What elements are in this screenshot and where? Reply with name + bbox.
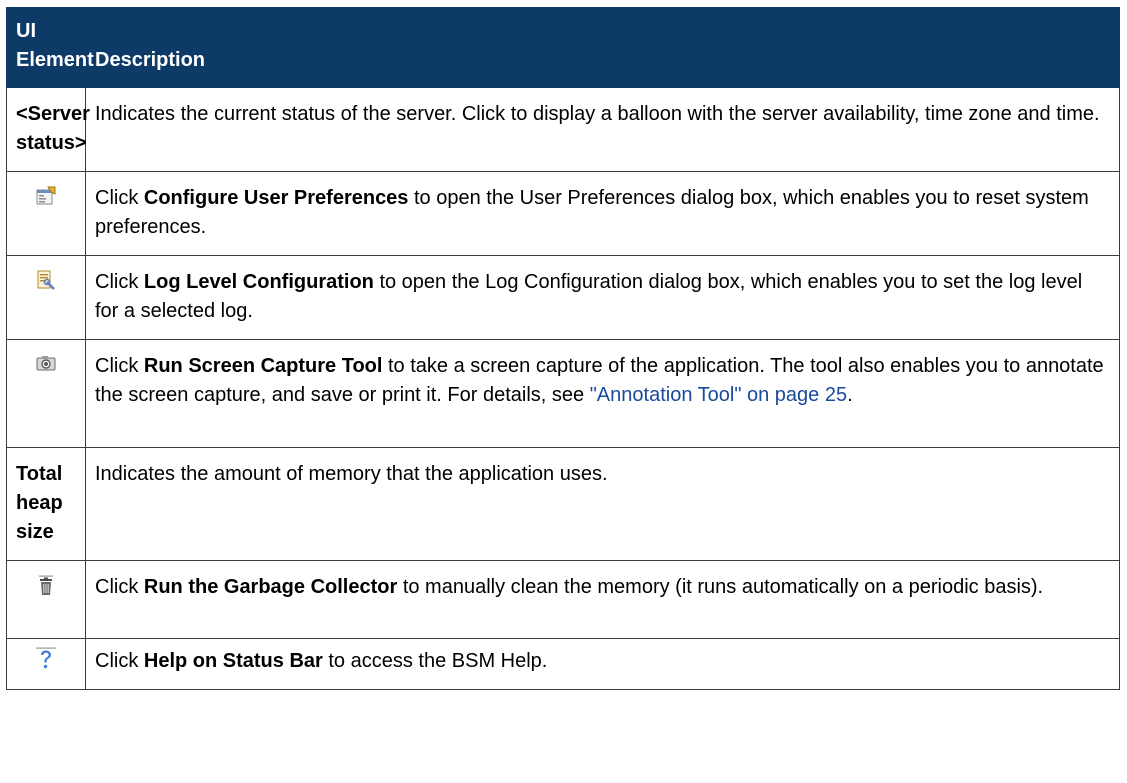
table-row: Click Configure User Preferences to open… xyxy=(6,171,1120,256)
table-row: Total heap size Indicates the amount of … xyxy=(6,447,1120,561)
table-row: Click Help on Status Bar to access the B… xyxy=(6,638,1120,690)
ui-element-label: Total heap size xyxy=(6,447,86,561)
description-cell: Click Log Level Configuration to open th… xyxy=(85,255,1120,340)
table-header-row: UI Element Description xyxy=(6,7,1120,88)
description-cell: Click Help on Status Bar to access the B… xyxy=(85,638,1120,690)
description-cell: Click Run Screen Capture Tool to take a … xyxy=(85,339,1120,448)
description-cell: Indicates the current status of the serv… xyxy=(85,87,1120,172)
column-header-description: Description xyxy=(85,7,1120,88)
camera-icon xyxy=(36,354,56,372)
command-name: Run Screen Capture Tool xyxy=(143,355,383,377)
ui-element-icon-cell xyxy=(6,255,86,340)
table-row: Click Log Level Configuration to open th… xyxy=(6,255,1120,340)
ui-elements-table: UI Element Description <Server status> I… xyxy=(6,7,1120,690)
table-row: <Server status> Indicates the current st… xyxy=(6,87,1120,172)
help-icon xyxy=(35,647,57,671)
ui-element-label: <Server status> xyxy=(6,87,90,172)
command-name: Log Level Configuration xyxy=(143,271,374,293)
description-cell: Click Configure User Preferences to open… xyxy=(85,171,1120,256)
description-cell: Click Run the Garbage Collector to manua… xyxy=(85,560,1120,639)
column-header-ui-element: UI Element xyxy=(6,7,94,88)
user-preferences-icon xyxy=(36,186,56,206)
log-level-config-icon xyxy=(36,270,56,290)
table-row: Click Run the Garbage Collector to manua… xyxy=(6,560,1120,639)
command-name: Help on Status Bar xyxy=(143,650,323,672)
description-cell: Indicates the amount of memory that the … xyxy=(85,447,1120,561)
trash-icon xyxy=(36,575,56,597)
ui-element-icon-cell xyxy=(6,560,86,639)
command-name: Run the Garbage Collector xyxy=(143,576,398,598)
ui-element-icon-cell xyxy=(6,171,86,256)
annotation-tool-link[interactable]: "Annotation Tool" on page 25 xyxy=(590,384,847,406)
ui-element-icon-cell xyxy=(6,638,86,690)
ui-element-icon-cell xyxy=(6,339,86,448)
command-name: Configure User Preferences xyxy=(143,187,409,209)
table-row: Click Run Screen Capture Tool to take a … xyxy=(6,339,1120,448)
